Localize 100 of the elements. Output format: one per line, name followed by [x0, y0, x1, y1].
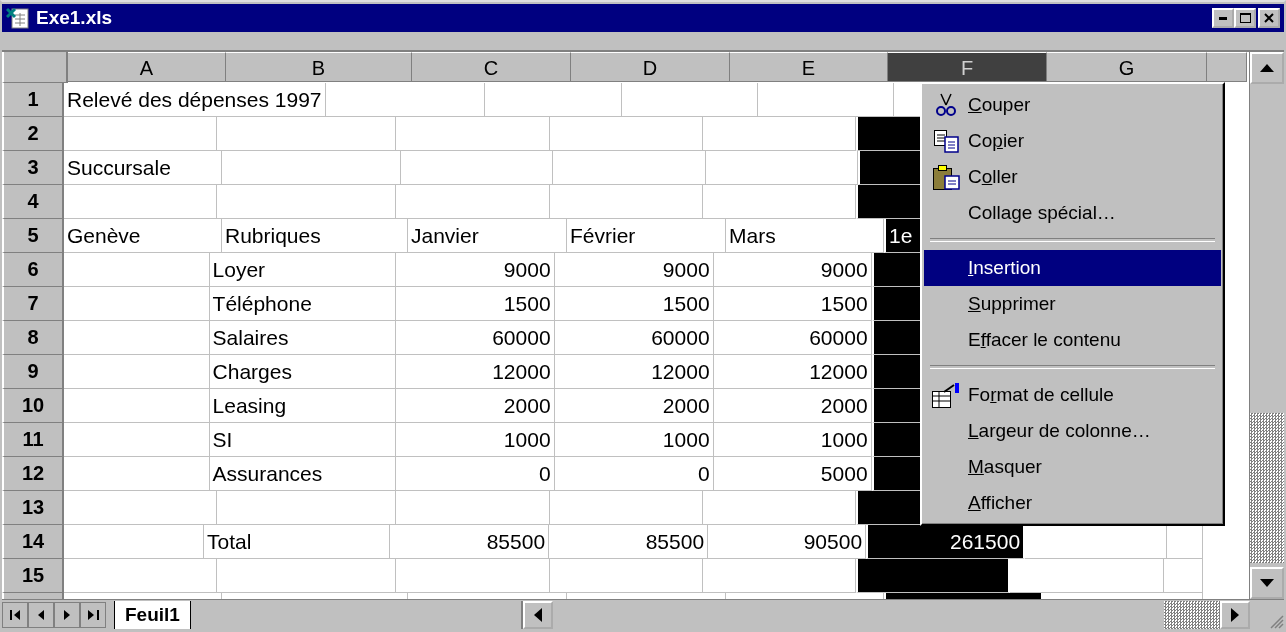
table-cell: 12000: [713, 355, 872, 389]
column-header[interactable]: D: [571, 52, 730, 82]
table-cell: 60000: [554, 321, 714, 355]
next-sheet-button[interactable]: [54, 602, 80, 628]
table-cell: 1000: [713, 423, 872, 457]
row-header[interactable]: 1: [2, 83, 64, 117]
maximize-button[interactable]: [1234, 8, 1256, 28]
minimize-button[interactable]: [1212, 8, 1234, 28]
table-cell: Genève: [64, 219, 222, 253]
table-cell: 2000: [713, 389, 872, 423]
column-header[interactable]: B: [226, 52, 412, 82]
column-header[interactable]: G: [1047, 52, 1207, 82]
table-cell: Relevé des dépenses 1997: [64, 83, 326, 117]
table-cell: 1500: [554, 287, 714, 321]
row-header[interactable]: 10: [2, 389, 64, 423]
format-cells-icon: [932, 382, 960, 408]
column-header[interactable]: F: [888, 52, 1047, 82]
menu-item[interactable]: Afficher: [924, 485, 1221, 521]
table-cell: 12000: [554, 355, 714, 389]
table-cell: 9000: [713, 253, 872, 287]
column-header[interactable]: A: [68, 52, 226, 82]
table-cell: Leasing: [209, 389, 396, 423]
table-cell: 5000: [713, 457, 872, 491]
row-header[interactable]: 12: [2, 457, 64, 491]
table-cell: 2000: [554, 389, 714, 423]
row-header[interactable]: 15: [2, 559, 64, 593]
table-cell: 1000: [554, 423, 714, 457]
menu-item[interactable]: Format de cellule: [924, 377, 1221, 413]
table-cell: 1500: [713, 287, 872, 321]
table-cell: Succursale: [64, 151, 222, 185]
scroll-left-button[interactable]: [522, 601, 553, 629]
table-cell: 60000: [713, 321, 872, 355]
table-cell: 2000: [395, 389, 555, 423]
row-header[interactable]: 13: [2, 491, 64, 525]
table-cell: Janvier: [408, 219, 567, 253]
table-cell: 0: [395, 457, 555, 491]
last-icon: [87, 610, 99, 620]
table-cell: 12000: [395, 355, 555, 389]
table-cell: Téléphone: [209, 287, 396, 321]
copy-icon: [933, 129, 959, 153]
down-arrow-icon: [1260, 579, 1274, 587]
horizontal-scrollbar[interactable]: [520, 601, 1250, 629]
row-header[interactable]: 9: [2, 355, 64, 389]
row-header[interactable]: 7: [2, 287, 64, 321]
table-cell: Loyer: [209, 253, 396, 287]
right-arrow-icon: [1231, 608, 1239, 622]
row-header[interactable]: 2: [2, 117, 64, 151]
column-header[interactable]: E: [730, 52, 888, 82]
scroll-right-button[interactable]: [1220, 601, 1250, 629]
scrollbar-thumb[interactable]: [1164, 601, 1220, 629]
row-header[interactable]: 11: [2, 423, 64, 457]
table-cell: Charges: [209, 355, 396, 389]
table-cell: Février: [567, 219, 726, 253]
sheet-tab[interactable]: Feuil1: [114, 601, 191, 629]
left-arrow-icon: [38, 610, 44, 620]
minimize-icon: [1219, 16, 1227, 20]
first-icon: [9, 610, 21, 620]
table-cell: 0: [554, 457, 714, 491]
menu-item[interactable]: Effacer le contenu: [924, 322, 1221, 358]
right-arrow-icon: [64, 610, 70, 620]
menu-item[interactable]: Largeur de colonne…: [924, 413, 1221, 449]
column-header[interactable]: C: [412, 52, 571, 82]
row-header[interactable]: 14: [2, 525, 64, 559]
vertical-scrollbar[interactable]: [1249, 52, 1284, 599]
scroll-up-button[interactable]: [1250, 52, 1284, 84]
up-arrow-icon: [1260, 64, 1274, 72]
menu-item[interactable]: Masquer: [924, 449, 1221, 485]
menu-item[interactable]: Supprimer: [924, 286, 1221, 322]
row-header[interactable]: 8: [2, 321, 64, 355]
left-arrow-icon: [533, 608, 542, 622]
row-header[interactable]: 5: [2, 219, 64, 253]
menu-item[interactable]: Couper: [924, 87, 1221, 123]
previous-sheet-button[interactable]: [28, 602, 54, 628]
close-button[interactable]: [1258, 8, 1280, 28]
maximize-icon: [1239, 13, 1251, 23]
scrollbar-thumb[interactable]: [1250, 413, 1284, 563]
select-all-corner[interactable]: [2, 52, 68, 83]
first-sheet-button[interactable]: [2, 602, 28, 628]
menu-item[interactable]: Coller: [924, 159, 1221, 195]
column-header[interactable]: [1207, 52, 1247, 82]
scroll-down-button[interactable]: [1250, 567, 1284, 599]
table-cell: 85500: [390, 525, 550, 559]
clipboard-icon: [932, 164, 960, 190]
window-title: Exe1.xls: [36, 7, 114, 29]
table-cell: 85500: [549, 525, 709, 559]
last-sheet-button[interactable]: [80, 602, 106, 628]
table-cell: 261500: [866, 525, 1026, 559]
table-cell: 60000: [395, 321, 555, 355]
menu-item[interactable]: Insertion: [924, 250, 1221, 286]
row-header[interactable]: 3: [2, 151, 64, 185]
row-header[interactable]: 4: [2, 185, 64, 219]
table-cell: Total: [204, 525, 391, 559]
table-cell: Salaires: [209, 321, 396, 355]
close-icon: [1264, 13, 1274, 23]
table-cell: 1000: [395, 423, 555, 457]
resize-grip-icon[interactable]: [1270, 615, 1284, 629]
row-header[interactable]: 6: [2, 253, 64, 287]
table-cell: 9000: [395, 253, 555, 287]
menu-item[interactable]: Copier: [924, 123, 1221, 159]
table-cell: SI: [209, 423, 396, 457]
